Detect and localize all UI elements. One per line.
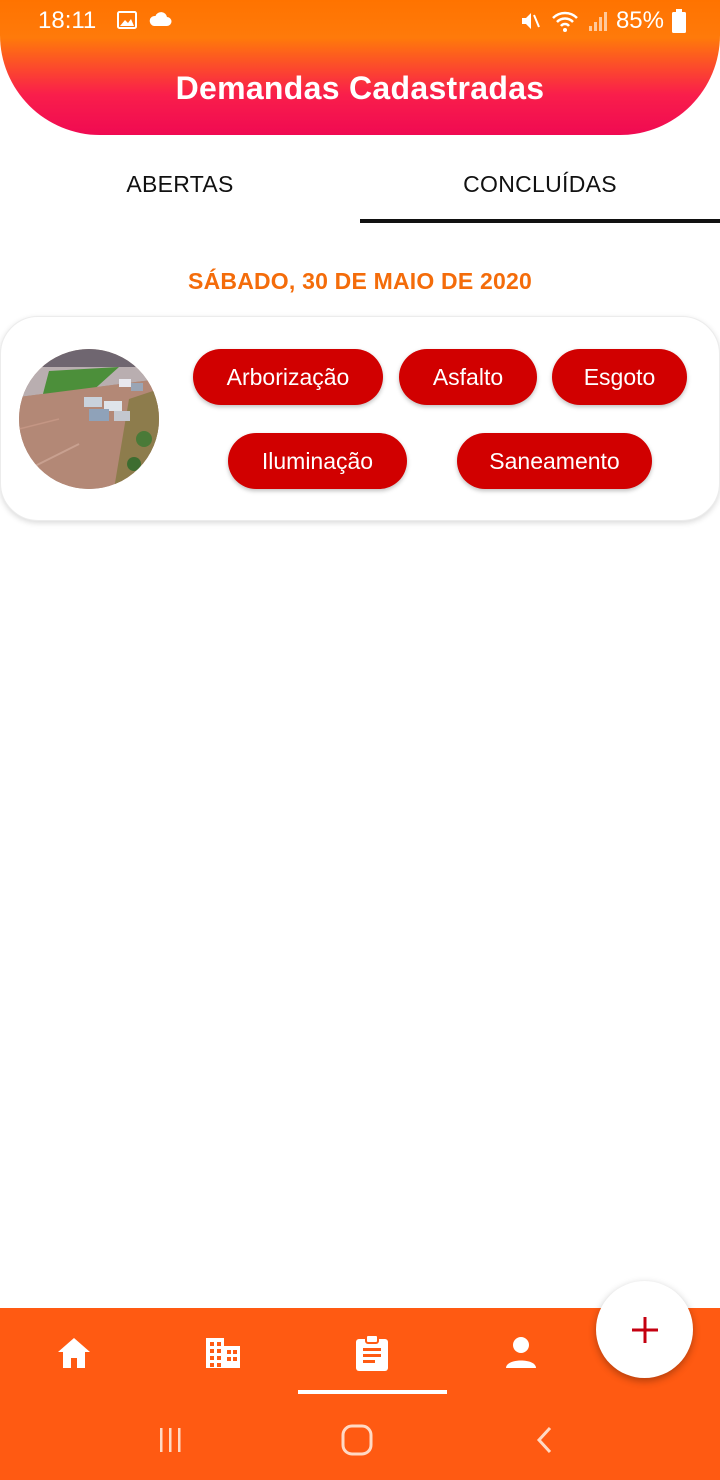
category-chip-arborizacao[interactable]: Arborização	[193, 349, 383, 405]
person-icon	[506, 1337, 536, 1368]
tab-abertas[interactable]: ABERTAS	[0, 145, 360, 223]
signal-icon	[588, 12, 607, 31]
nav-buildings[interactable]	[193, 1325, 253, 1381]
app-header: 18:11 85% Demandas Cadastradas	[0, 0, 720, 135]
home-icon	[58, 1338, 90, 1368]
home-system-button[interactable]	[337, 1420, 377, 1460]
recent-apps-icon	[160, 1428, 181, 1452]
nav-profile[interactable]	[491, 1325, 551, 1381]
date-heading: SÁBADO, 30 DE MAIO DE 2020	[188, 268, 532, 294]
battery-percentage: 85%	[615, 7, 664, 34]
page-title: Demandas Cadastradas	[175, 70, 545, 106]
battery-icon	[672, 9, 686, 33]
category-chip-esgoto[interactable]: Esgoto	[552, 349, 687, 405]
back-button[interactable]	[525, 1420, 565, 1460]
building-icon	[206, 1338, 240, 1368]
demand-card[interactable]: Arborização Asfalto Esgoto Iluminação Sa…	[0, 316, 720, 521]
nav-home[interactable]	[44, 1325, 104, 1381]
back-icon	[536, 1426, 552, 1454]
cloud-icon	[149, 12, 172, 26]
plus-icon	[631, 1316, 658, 1343]
nav-demands[interactable]	[342, 1325, 402, 1381]
recent-apps-button[interactable]	[150, 1420, 190, 1460]
category-chip-iluminacao[interactable]: Iluminação	[228, 433, 407, 489]
category-chip-asfalto[interactable]: Asfalto	[399, 349, 537, 405]
home-circle-icon	[341, 1424, 373, 1456]
tab-concluidas[interactable]: CONCLUÍDAS	[360, 145, 720, 223]
status-time: 18:11	[38, 7, 97, 34]
status-bar: 18:11 85%	[0, 0, 720, 40]
add-demand-button[interactable]	[596, 1281, 693, 1378]
mute-icon	[521, 13, 540, 29]
tab-bar: ABERTAS CONCLUÍDAS	[0, 145, 720, 223]
status-right-group: 85%	[518, 7, 686, 35]
image-icon	[117, 11, 137, 29]
active-tab-indicator	[298, 1390, 447, 1394]
wifi-icon	[552, 11, 578, 32]
clipboard-icon	[356, 1334, 388, 1371]
category-chip-saneamento[interactable]: Saneamento	[457, 433, 652, 489]
flooded-street-photo	[19, 349, 159, 489]
